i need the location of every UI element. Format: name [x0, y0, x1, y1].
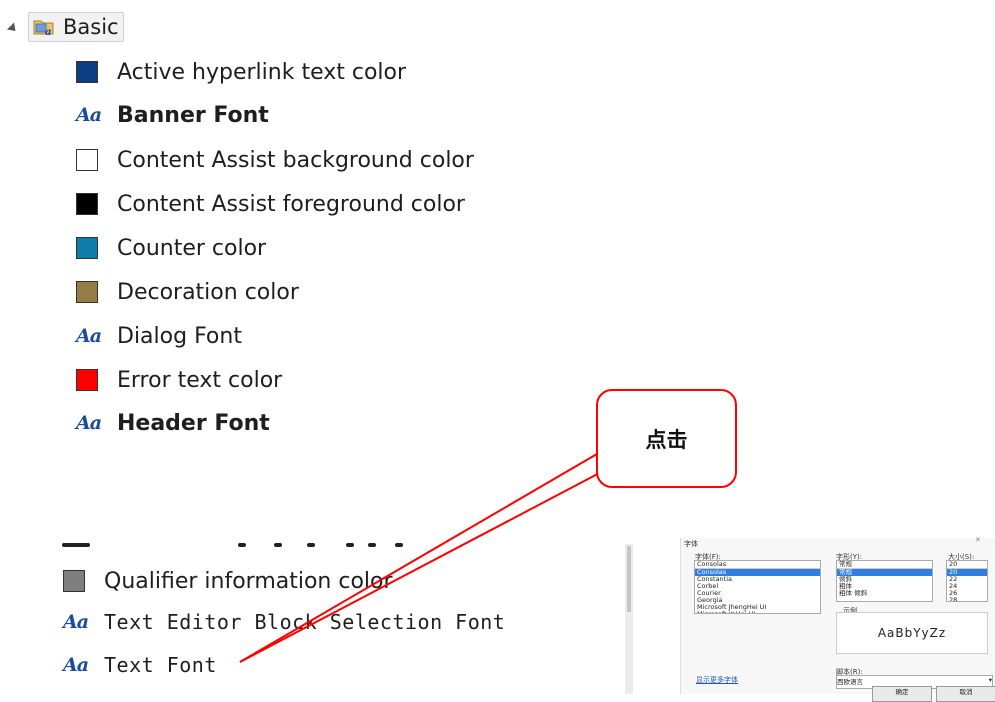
font-style-list[interactable]: 常规 常规 倾斜 粗体 粗体 倾斜 — [836, 560, 933, 602]
dialog-close-icon[interactable]: ✕ — [975, 536, 981, 544]
font-sample-preview: AaBbYyZz — [836, 612, 988, 654]
callout-box: 点击 — [596, 389, 737, 488]
ok-button[interactable]: 确定 — [872, 686, 932, 702]
font-size-list[interactable]: 202022242628364872 — [946, 560, 988, 602]
callout-text: 点击 — [645, 427, 688, 452]
list-item[interactable]: Microsoft YaHei UI — [695, 611, 820, 614]
dialog-title: 字体 — [684, 540, 698, 548]
show-more-fonts-link[interactable]: 显示更多字体 — [696, 675, 738, 685]
dropdown-arrow-icon: ▾ — [988, 676, 992, 684]
font-family-list[interactable]: Consolas Consolas Constantia Corbel Courier G… — [694, 560, 821, 614]
list-item[interactable]: 粗体 倾斜 — [837, 590, 932, 597]
script-value: 西欧语言 — [837, 678, 863, 686]
cancel-button[interactable]: 取消 — [936, 686, 995, 702]
list-item[interactable]: 28 — [947, 597, 987, 602]
